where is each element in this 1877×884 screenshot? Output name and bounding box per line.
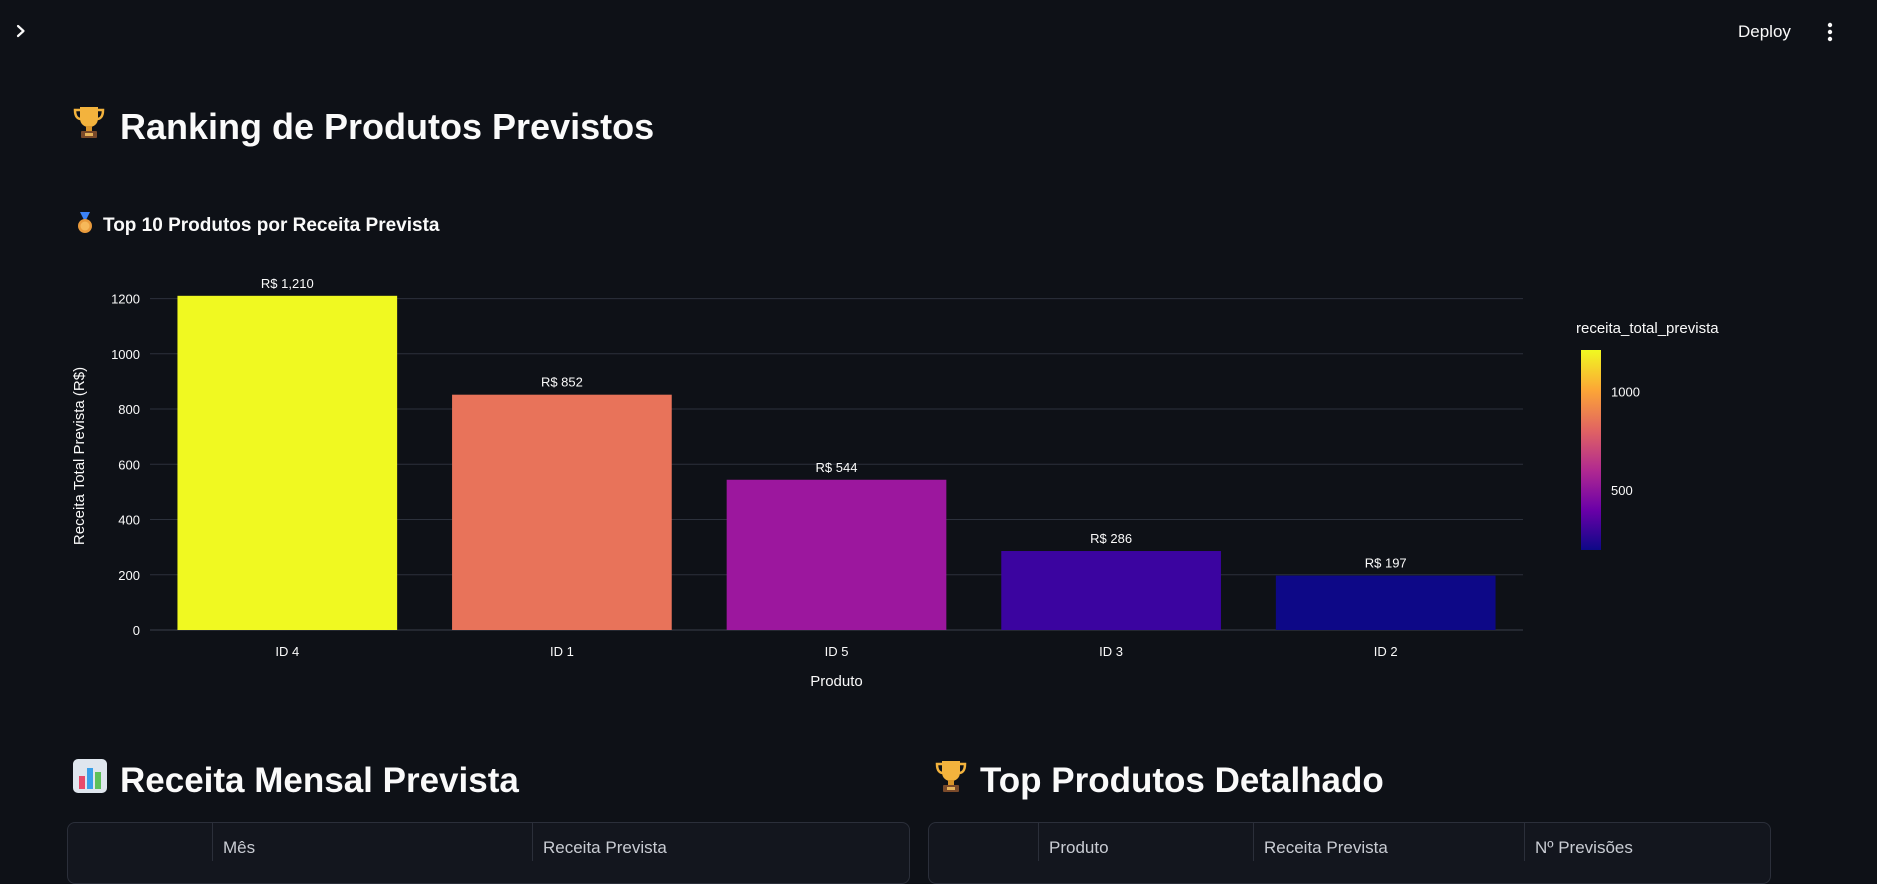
y-tick-label: 600 bbox=[118, 457, 140, 472]
chart-svg: 0 200 400 600 800 1000 1200 R$ 1,210 ID 4 R$ 852 I… bbox=[71, 276, 1719, 690]
bar-chart-icon bbox=[72, 758, 108, 803]
top-products-title: Top Produtos Detalhado bbox=[934, 758, 1384, 803]
x-tick-label: ID 2 bbox=[1374, 644, 1398, 659]
monthly-revenue-table[interactable]: Mês Receita Prevista bbox=[67, 822, 910, 884]
deploy-button[interactable]: Deploy bbox=[1730, 18, 1799, 46]
bar bbox=[452, 394, 672, 630]
bar bbox=[1001, 551, 1221, 630]
y-tick-label: 200 bbox=[118, 568, 140, 583]
table-header-forecast-count[interactable]: Nº Previsões bbox=[1524, 823, 1770, 861]
page-title: Ranking de Produtos Previstos bbox=[72, 104, 654, 149]
colorbar-tick-label: 1000 bbox=[1611, 384, 1640, 399]
table-header-month[interactable]: Mês bbox=[212, 823, 532, 861]
colorbar bbox=[1581, 350, 1601, 550]
colorbar-tick-label: 500 bbox=[1611, 483, 1633, 498]
x-tick-label: ID 3 bbox=[1099, 644, 1123, 659]
chart-subtitle: Top 10 Produtos por Receita Prevista bbox=[75, 212, 439, 240]
x-tick-label: ID 4 bbox=[275, 644, 299, 659]
medal-icon bbox=[75, 212, 95, 240]
colorbar-title: receita_total_prevista bbox=[1576, 320, 1719, 337]
y-axis-title: Receita Total Prevista (R$) bbox=[71, 367, 88, 545]
table-header-index[interactable] bbox=[68, 823, 212, 861]
revenue-bar-chart: 0 200 400 600 800 1000 1200 R$ 1,210 ID 4 R$ 852 I… bbox=[60, 270, 1760, 710]
top-products-table[interactable]: Produto Receita Prevista Nº Previsões bbox=[928, 822, 1771, 884]
table-header-index[interactable] bbox=[929, 823, 1038, 861]
chevron-right-icon[interactable] bbox=[10, 20, 32, 42]
monthly-revenue-title-text: Receita Mensal Prevista bbox=[120, 760, 519, 800]
more-menu-icon[interactable] bbox=[1818, 18, 1842, 46]
bar-data-label: R$ 286 bbox=[1090, 531, 1132, 546]
bar bbox=[1275, 575, 1496, 630]
top-products-title-text: Top Produtos Detalhado bbox=[980, 760, 1384, 800]
expand-sidebar-icon bbox=[16, 24, 25, 38]
bar-data-label: R$ 1,210 bbox=[261, 276, 314, 291]
table-header-revenue[interactable]: Receita Prevista bbox=[1253, 823, 1524, 861]
top-bar: Deploy bbox=[0, 0, 1877, 64]
y-tick-label: 400 bbox=[118, 513, 140, 528]
monthly-revenue-title: Receita Mensal Prevista bbox=[72, 758, 519, 803]
x-tick-label: ID 5 bbox=[825, 644, 849, 659]
y-tick-label: 1200 bbox=[111, 292, 140, 307]
bar-data-label: R$ 852 bbox=[541, 375, 583, 390]
y-tick-label: 1000 bbox=[111, 347, 140, 362]
trophy-icon bbox=[934, 758, 968, 803]
bar-data-label: R$ 544 bbox=[816, 460, 858, 475]
table-header-revenue[interactable]: Receita Prevista bbox=[532, 823, 909, 861]
bar bbox=[177, 295, 398, 630]
page-title-text: Ranking de Produtos Previstos bbox=[120, 105, 655, 147]
trophy-icon bbox=[72, 104, 106, 149]
table-header-product[interactable]: Produto bbox=[1038, 823, 1253, 861]
x-axis-title: Produto bbox=[810, 673, 863, 690]
x-tick-label: ID 1 bbox=[550, 644, 574, 659]
bar bbox=[726, 479, 947, 630]
bar-data-label: R$ 197 bbox=[1365, 556, 1407, 571]
y-tick-label: 800 bbox=[118, 402, 140, 417]
y-tick-label: 0 bbox=[133, 623, 140, 638]
chart-subtitle-text: Top 10 Produtos por Receita Prevista bbox=[103, 215, 440, 236]
